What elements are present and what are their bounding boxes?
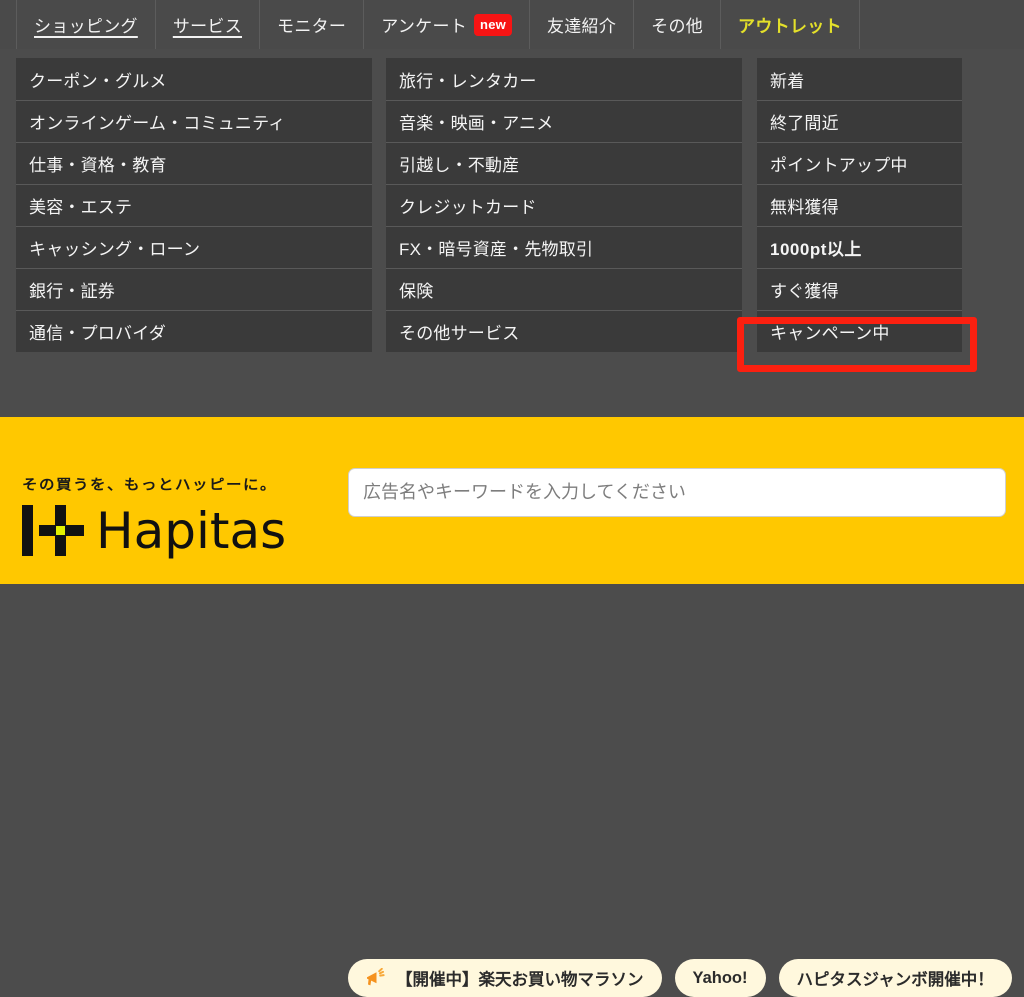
category-menu-panel: クーポン・グルメ オンラインゲーム・コミュニティ 仕事・資格・教育 美容・エステ… (0, 49, 1024, 409)
new-badge: new (474, 13, 512, 36)
tab-service[interactable]: サービス (156, 0, 261, 49)
brand-logo[interactable]: Hapitas (22, 503, 342, 558)
menu-item-travel-rentacar[interactable]: 旅行・レンタカー (386, 58, 742, 100)
menu-item-work-qualification-education[interactable]: 仕事・資格・教育 (16, 142, 372, 184)
brand-block: その買うを、もっとハッピーに。 Hapitas (22, 474, 342, 558)
tag-rakuten-marathon-label: 【開催中】楽天お買い物マラソン (396, 971, 644, 989)
tag-yahoo-label: Yahoo! (692, 968, 748, 987)
tab-others[interactable]: その他 (634, 0, 722, 49)
brand-logo-text: Hapitas (96, 501, 287, 560)
footer-bar: その買うを、もっとハッピーに。 Hapitas 広告名やキーワードを入力してくだ… (0, 417, 1024, 997)
menu-item-cashing-loan[interactable]: キャッシング・ローン (16, 226, 372, 268)
tab-monitor[interactable]: モニター (260, 0, 365, 49)
menu-item-beauty-esthetic[interactable]: 美容・エステ (16, 184, 372, 226)
menu-item-1000pt-or-more[interactable]: 1000pt以上 (757, 226, 962, 268)
tab-questionnaire[interactable]: アンケート new (364, 0, 530, 49)
tab-friend-referral[interactable]: 友達紹介 (530, 0, 635, 49)
menu-item-fx-crypto-futures[interactable]: FX・暗号資産・先物取引 (386, 226, 742, 268)
tab-questionnaire-label: アンケート (381, 17, 468, 36)
menu-item-credit-card[interactable]: クレジットカード (386, 184, 742, 226)
tag-rakuten-marathon[interactable]: 【開催中】楽天お買い物マラソン (348, 959, 662, 997)
tab-outlet-label: アウトレット (738, 17, 842, 36)
menu-item-ending-soon[interactable]: 終了間近 (757, 100, 962, 142)
tab-friend-referral-label: 友達紹介 (546, 17, 617, 36)
search-input[interactable] (348, 468, 1006, 517)
suggested-tag-row: 【開催中】楽天お買い物マラソン Yahoo! ハピタスジャンボ開催中！ (348, 959, 1012, 997)
menu-item-bank-securities[interactable]: 銀行・証券 (16, 268, 372, 310)
tag-hapitas-jumbo[interactable]: ハピタスジャンボ開催中！ (778, 959, 1012, 997)
search-box (348, 468, 1006, 517)
category-tab-bar: ショッピング サービス モニター アンケート new 友達紹介 その他 アウトレ… (0, 0, 1024, 49)
menu-item-telecom-provider[interactable]: 通信・プロバイダ (16, 310, 372, 352)
menu-item-moving-realestate[interactable]: 引越し・不動産 (386, 142, 742, 184)
menu-item-instant-acquisition[interactable]: すぐ獲得 (757, 268, 962, 310)
menu-item-campaign[interactable]: キャンペーン中 (757, 310, 962, 352)
megaphone-icon (367, 968, 385, 986)
menu-item-free-acquisition[interactable]: 無料獲得 (757, 184, 962, 226)
hapitas-plus-logo-icon (22, 503, 84, 558)
tab-shopping[interactable]: ショッピング (16, 0, 156, 49)
menu-item-music-movie-anime[interactable]: 音楽・映画・アニメ (386, 100, 742, 142)
page-root: ショッピング サービス モニター アンケート new 友達紹介 その他 アウトレ… (0, 0, 1024, 997)
category-column-left: クーポン・グルメ オンラインゲーム・コミュニティ 仕事・資格・教育 美容・エステ… (16, 58, 372, 352)
menu-item-insurance[interactable]: 保険 (386, 268, 742, 310)
category-column-right: 新着 終了間近 ポイントアップ中 無料獲得 1000pt以上 すぐ獲得 キャンペ… (757, 58, 962, 352)
tag-yahoo[interactable]: Yahoo! (674, 959, 766, 997)
tag-hapitas-jumbo-label: ハピタスジャンボ開催中！ (796, 971, 994, 989)
menu-item-point-up[interactable]: ポイントアップ中 (757, 142, 962, 184)
tab-service-label: サービス (172, 17, 243, 36)
category-column-middle: 旅行・レンタカー 音楽・映画・アニメ 引越し・不動産 クレジットカード FX・暗… (386, 58, 742, 352)
brand-tagline: その買うを、もっとハッピーに。 (22, 476, 278, 494)
menu-item-new-arrivals[interactable]: 新着 (757, 58, 962, 100)
tab-shopping-label: ショッピング (34, 17, 138, 36)
tab-outlet[interactable]: アウトレット (721, 0, 860, 49)
tab-monitor-label: モニター (277, 17, 347, 36)
menu-item-coupon-gourmet[interactable]: クーポン・グルメ (16, 58, 372, 100)
tab-others-label: その他 (651, 17, 704, 36)
menu-item-other-services[interactable]: その他サービス (386, 310, 742, 352)
menu-item-online-game-community[interactable]: オンラインゲーム・コミュニティ (16, 100, 372, 142)
